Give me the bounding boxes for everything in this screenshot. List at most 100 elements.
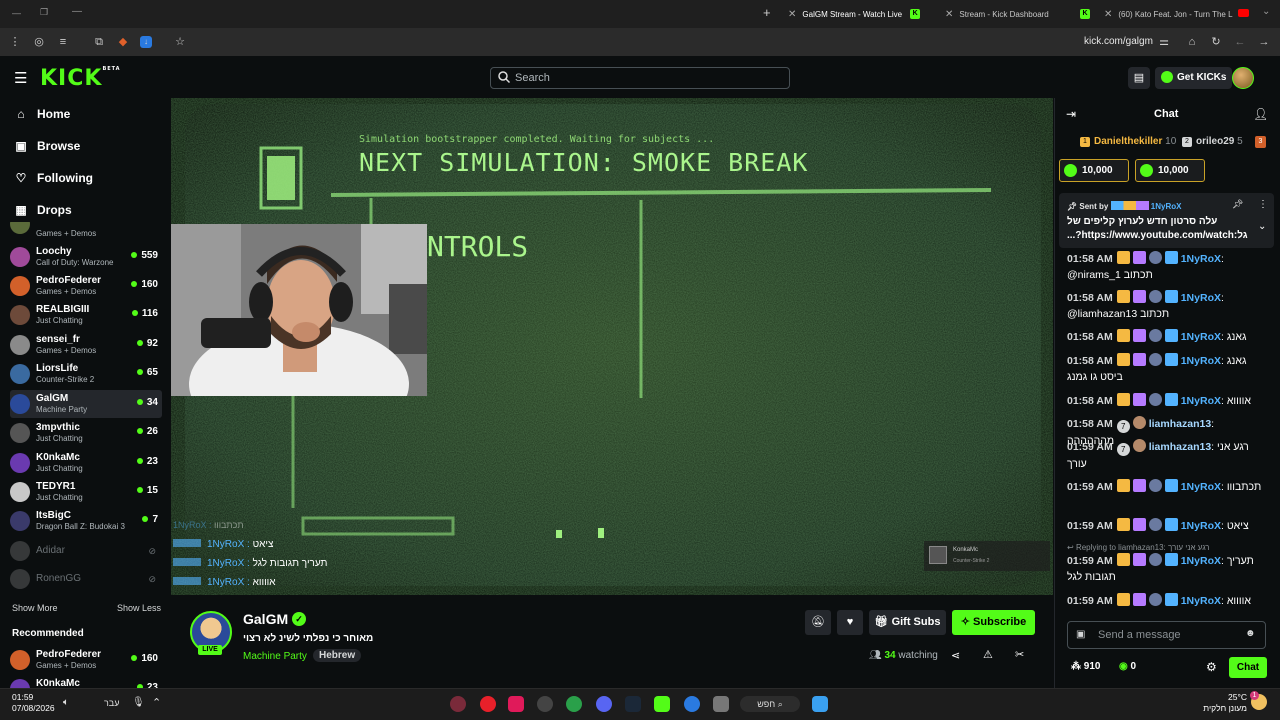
tab-galgm-stream[interactable]: ✕ GalGM Stream - Watch Live K [788, 4, 928, 24]
tab-kick-dashboard[interactable]: ✕ Stream - Kick Dashboard [945, 4, 1075, 24]
pinned-message[interactable]: 📌︎ Sent by 1NyRoX עלה סרטון חדש לערוץ קל… [1059, 193, 1274, 248]
close-tab-icon[interactable]: ✕ [1104, 9, 1112, 20]
channel-item-offline[interactable]: RonenGG ⊘ [10, 565, 162, 593]
follow-heart-icon[interactable]: ♥ [837, 610, 863, 635]
steam-taskbar-icon[interactable] [625, 696, 641, 712]
hamburger-menu-icon[interactable]: ☰ [14, 69, 27, 87]
chat-message[interactable]: 01:59 AM 1NyRoX: ציאט [1067, 518, 1263, 534]
new-tab-icon[interactable]: + [763, 5, 771, 20]
subscribe-button[interactable]: ✧ Subscribe [952, 610, 1035, 635]
recommended-channel-item[interactable]: K0nkaMc 23 [10, 675, 162, 688]
kicks-leaderboard-item[interactable]: 10,000 [1059, 159, 1129, 182]
chat-message[interactable]: 01:58 AM 1NyRoX: גאנג ביסט גו גמנג [1067, 353, 1263, 385]
tiktok-taskbar-icon[interactable] [508, 696, 524, 712]
extension-fox-icon[interactable]: ◆ [115, 34, 131, 50]
language-indicator[interactable]: עבר [104, 698, 119, 708]
channel-item-partial[interactable]: Games + Demos [10, 222, 162, 240]
expand-chevron-icon[interactable]: ⌄ [1258, 221, 1266, 232]
message-user[interactable]: liamhazan13 [1149, 418, 1211, 430]
close-window-icon[interactable]: — [72, 6, 82, 17]
calculator-taskbar-icon[interactable] [713, 696, 729, 712]
discord-taskbar-icon[interactable] [596, 696, 612, 712]
gift-subs-button[interactable]: 🎁︎ Gift Subs [869, 610, 946, 635]
volume-icon[interactable]: 🔈︎ [63, 697, 69, 708]
clip-icon[interactable]: ✂ [1015, 648, 1024, 661]
chat-message[interactable]: 01:59 AM 1NyRoX: תעריך תגובות לגל [1067, 553, 1263, 585]
opera-icon[interactable]: ◎ [31, 34, 47, 50]
system-clock[interactable]: 01:59 07/08/2026 [12, 692, 55, 714]
message-user[interactable]: 1NyRoX [1181, 355, 1221, 367]
library-icon[interactable]: ▤ [1128, 67, 1150, 89]
home-browser-icon[interactable]: ⌂ [1184, 34, 1200, 50]
chat-message-input[interactable]: Send a message [1067, 621, 1266, 649]
show-less-link[interactable]: Show Less [117, 603, 161, 613]
microphone-icon[interactable]: 🎙︎ [132, 697, 145, 708]
reload-icon[interactable]: ↻ [1208, 34, 1224, 50]
unpin-icon[interactable]: 📌︎ [1232, 199, 1243, 210]
channel-item-selected[interactable]: GalGM Machine Party 34 [10, 390, 162, 418]
emoji-icon[interactable]: ☻ [1245, 628, 1256, 639]
channel-item[interactable]: ItsBigC Dragon Ball Z: Budokai 3 7 [10, 507, 162, 535]
nav-following[interactable]: ♡ Following [14, 171, 93, 185]
show-more-link[interactable]: Show More [12, 603, 58, 613]
edge-taskbar-icon[interactable] [684, 696, 700, 712]
message-user[interactable]: 1NyRoX [1181, 253, 1221, 265]
channel-name[interactable]: GalGM [243, 611, 288, 627]
gifters-more-icon[interactable]: 3 [1255, 136, 1266, 148]
tabs-icon[interactable]: ≡ [55, 34, 71, 50]
close-tab-icon[interactable]: ✕ [945, 9, 953, 20]
kicks-leaderboard-item[interactable]: 10,000 [1135, 159, 1205, 182]
nav-home[interactable]: ⌂ Home [14, 107, 70, 121]
message-user[interactable]: 1NyRoX [1181, 520, 1221, 532]
taskbar-search[interactable]: חפש ⌕ [740, 696, 800, 712]
message-user[interactable]: 1NyRoX [1181, 595, 1221, 607]
channel-item[interactable]: 3mpvthic Just Chatting 26 [10, 419, 162, 447]
channel-item[interactable]: Loochy Call of Duty: Warzone 559 [10, 243, 162, 271]
chat-settings-gear-icon[interactable]: ⚙ [1206, 660, 1217, 674]
user-avatar[interactable] [1232, 67, 1254, 89]
chat-message[interactable]: 01:58 AM 1NyRoX: @nirams_1 תכתוב [1067, 251, 1263, 283]
kick-logo[interactable]: KICKBETA [40, 66, 121, 91]
channel-item[interactable]: sensei_fr Games + Demos 92 [10, 331, 162, 359]
report-icon[interactable]: ⚠ [983, 648, 993, 661]
message-user[interactable]: 1NyRoX [1181, 395, 1221, 407]
address-bar[interactable]: kick.com/galgm [1084, 36, 1153, 47]
message-user[interactable]: liamhazan13 [1149, 441, 1211, 453]
chat-message[interactable]: 01:58 AM 1NyRoX: אווווא [1067, 393, 1263, 409]
channel-points[interactable]: ⁂ 910 [1071, 661, 1100, 672]
chat-message[interactable]: 01:59 AM 7 liamhazan13: רגע אני עורך [1067, 439, 1263, 472]
send-chat-button[interactable]: Chat [1229, 657, 1267, 678]
top-gifter[interactable]: orileo29 5 [1196, 136, 1243, 147]
extension-download-icon[interactable]: ↓ [140, 36, 152, 48]
extensions-icon[interactable]: ⧉ [91, 34, 107, 50]
stream-category-link[interactable]: Machine Party [243, 651, 307, 662]
search-input[interactable]: Search [490, 67, 790, 89]
top-gifter[interactable]: Danielthekiller 10 [1094, 136, 1176, 147]
nav-browse[interactable]: ▣ Browse [14, 139, 80, 153]
site-settings-icon[interactable]: ⚌ [1156, 34, 1172, 50]
kick-taskbar-icon[interactable] [654, 696, 670, 712]
weather-widget[interactable]: 25°C מעונן חלקית [1201, 692, 1247, 714]
close-tab-icon[interactable]: ✕ [788, 9, 796, 20]
tab-youtube[interactable]: ✕ (60) Kato Feat. Jon - Turn The L [1104, 4, 1244, 24]
pinned-more-icon[interactable]: ⋮ [1258, 199, 1268, 210]
recommended-channel-item[interactable]: PedroFederer Games + Demos 160 [10, 646, 162, 674]
taskbar-app-icon[interactable] [450, 696, 466, 712]
chat-message[interactable]: 01:58 AM 1NyRoX: @liamhazan13 תכתוב [1067, 290, 1263, 322]
channel-item[interactable]: LiorsLife Counter-Strike 2 65 [10, 360, 162, 388]
chat-message[interactable]: 01:58 AM 1NyRoX: גאנג [1067, 329, 1263, 345]
chat-message[interactable]: 01:59 AM 1NyRoX: תכתבווו [1067, 479, 1263, 495]
windows-start-icon[interactable] [812, 696, 828, 712]
message-user[interactable]: 1NyRoX [1181, 481, 1221, 493]
notifications-off-icon[interactable]: 🔕︎ [805, 610, 831, 635]
collapse-chat-icon[interactable]: ⇥ [1066, 107, 1076, 121]
message-user[interactable]: 1NyRoX [1181, 555, 1221, 567]
chat-message[interactable]: 01:59 AM 1NyRoX: אווווא [1067, 593, 1263, 609]
back-icon[interactable]: ← [1232, 34, 1248, 50]
tray-chevron-icon[interactable]: ⌃ [152, 696, 161, 709]
nav-drops[interactable]: ▦ Drops [14, 203, 71, 217]
channel-item-offline[interactable]: Adidar ⊘ [10, 537, 162, 565]
chat-users-icon[interactable]: 👤︎ [1253, 107, 1268, 121]
language-tag[interactable]: Hebrew [313, 649, 362, 662]
message-user[interactable]: 1NyRoX [1181, 331, 1221, 343]
